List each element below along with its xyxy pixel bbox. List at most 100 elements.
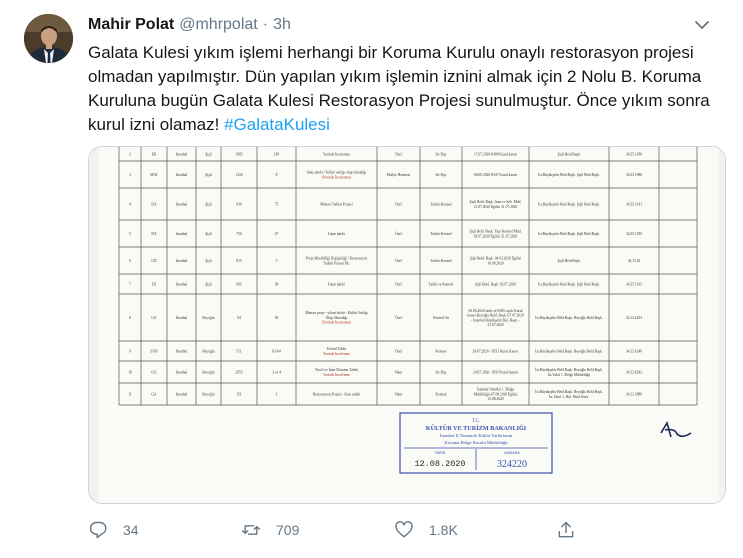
stamp-number-label: NUMARA [504, 451, 520, 455]
table-cell-no: 9 [129, 349, 131, 353]
table-cell-parsel: 75 [275, 202, 279, 206]
tweet-time[interactable]: 3h [273, 16, 291, 34]
table-cell-num: 34.13.43 [628, 259, 641, 263]
table-cell-num: 34.13.5889 [626, 392, 642, 396]
table-cell-il: İstanbul [176, 348, 188, 353]
table-cell-kurum: Şişli Beld.Başk. [557, 152, 580, 156]
table-cell-ilce: Şişli [205, 259, 211, 263]
table-cell-note: (Yerinde İncelenme) [322, 174, 352, 179]
table-cell-parsel: 8 [276, 173, 278, 177]
table-cell-karar: Şişli Beld. Başk. 03.07.2020 [475, 282, 516, 286]
table-cell-parsel: 63-64 [272, 349, 281, 353]
separator-dot: · [262, 16, 269, 33]
table-cell-ada: 1324 [235, 173, 242, 177]
table-cell-ada: 511 [236, 349, 241, 353]
table-cell-code: GA [151, 316, 157, 320]
table-cell-desc: İskan talebi [328, 281, 345, 286]
table-cell-il: İstanbul [176, 281, 188, 286]
table-cell-mulk: Vakıf [395, 370, 404, 374]
table-cell-tescil: Sit Dışı [436, 370, 447, 374]
table-cell-ada: 94 [237, 316, 241, 320]
tweet-actions: 34 709 1.8K [88, 514, 608, 546]
table-cell-kurum: Şişli Beld.Başk. [557, 259, 580, 263]
like-button[interactable]: 1.8K [394, 514, 458, 546]
table-cell-il: İstanbul [176, 172, 188, 177]
table-cell-code: EK [152, 152, 157, 156]
table-cell-ilce: Şişli [205, 173, 211, 177]
tweet-text: Galata Kulesi yıkım işlemi herhangi bir … [88, 41, 718, 137]
table-cell-tescil: Tarihi+Kentsel [430, 259, 452, 263]
avatar-image [24, 14, 73, 63]
table-cell-desc: Yerinde İncelenme [323, 151, 350, 156]
table-cell-tescil: Kentsel Sit [433, 316, 449, 320]
table-cell-ada: 936 [236, 202, 242, 206]
table-cell-karar: 17.07.2020-8498 Kurul kararı [474, 152, 517, 156]
reply-button[interactable]: 34 [88, 514, 139, 546]
table-cell-no: 2 [129, 152, 131, 156]
table-cell-ilce: Beyoğlu [202, 392, 214, 396]
stamp-date-label: TARİH [435, 450, 446, 455]
table-cell-num: 34.35.1980 [626, 173, 642, 177]
table-cell-karar: 24.07.2020 - 8519 Kurul kararı [473, 370, 518, 374]
table-cell-kurum: İst.Büyükşehir Beld.Başk. Şişli Beld.Baş… [538, 172, 600, 177]
stamp-number: 324220 [497, 459, 527, 470]
author-name[interactable]: Mahir Polat [88, 16, 174, 34]
table-cell-parsel: 5 [276, 259, 278, 263]
table-cell-note: Yerinde İncelenme [323, 372, 350, 377]
stamp-text-line3: İstanbul II Numaralı Kültür Varlıklarını [440, 433, 513, 438]
table-cell-parsel: 82 [275, 316, 279, 320]
table-cell-ada: 665 [236, 282, 242, 286]
table-cell-kurum: İst.Büyükşehir Beld.Başk. Beyoğlu Beld.B… [535, 348, 603, 353]
table-cell-il: İstanbul [176, 391, 188, 396]
table-cell-note: (Yerinde İncelenme) [322, 320, 352, 325]
table-cell-mulk: Vakıf [395, 392, 404, 396]
table-cell-ada: 151 [236, 392, 242, 396]
table-cell-il: İstanbul [176, 258, 188, 263]
hashtag-link[interactable]: #GalataKulesi [224, 115, 330, 134]
table-cell-ilce: Beyoğlu [202, 349, 214, 353]
table-cell-tescil: Tarihi+Kentsel [430, 202, 452, 206]
retweet-button[interactable]: 709 [241, 514, 299, 546]
table-cell-parsel: 1 [276, 392, 278, 396]
table-cell-il: İstanbul [176, 231, 188, 236]
table-cell-num: 34.13.6233 [626, 316, 642, 320]
table-cell-ilce: Beyoğlu [202, 370, 214, 374]
table-cell-num: 34.35.1450 [626, 152, 642, 156]
table-cell-mulk: Maliye Hazinesi [387, 173, 411, 177]
tweet-media-image[interactable]: 2 EK İstanbul Şişli 1905 218 Yerinde İncelenme… [88, 146, 726, 504]
table-cell-il: İstanbul [176, 315, 188, 320]
retweet-count: 709 [276, 522, 300, 538]
table-cell-karar: Şişli Beld. Başk. Yapı Kontrol Müd. 02.07… [469, 230, 521, 239]
stamp-text-line4: Koruma Bölge Kurulu Müdürlüğü [444, 440, 508, 445]
table-cell-ada: 756 [236, 232, 242, 236]
share-button[interactable] [556, 514, 576, 546]
table-cell-ilce: Beyoğlu [202, 316, 214, 320]
table-cell-code: GD [151, 259, 157, 263]
chevron-down-icon[interactable] [693, 16, 711, 34]
table-cell-tescil: Tarihi+Kentsel [430, 232, 452, 236]
table-cell-desc: Tevhid Talebi [327, 347, 347, 351]
table-cell-no: 10 [128, 370, 132, 374]
table-cell-desc: Satış talebi / Kültür varlığı olup olmad… [307, 171, 366, 175]
table-cell-kurum: İst.Büyükşehir Beld.Başk. Beyoğlu Beld.B… [535, 315, 603, 320]
table-cell-ada: 2953 [235, 370, 242, 374]
tweet-header: Mahir Polat @mhrpolat · 3h [88, 14, 723, 36]
table-cell-karar: 06.08.2020-8547 Kurul kararı [474, 173, 517, 177]
table-cell-parsel: 47 [275, 232, 279, 236]
reply-count: 34 [123, 522, 139, 538]
table-cell-no: 3 [129, 173, 131, 177]
table-cell-mulk: Özel [395, 151, 402, 156]
table-cell-code: DA [151, 202, 157, 206]
stamp-date: 12.08.2020 [414, 459, 465, 469]
table-cell-no: 8 [129, 316, 131, 320]
stamp-text-line2: KÜLTÜR VE TURİZM BAKANLIĞI [426, 424, 527, 432]
author-handle[interactable]: @mhrpolat [179, 16, 258, 34]
table-cell-il: İstanbul [176, 369, 188, 374]
tweet-text-body: Galata Kulesi yıkım işlemi herhangi bir … [88, 43, 710, 134]
table-cell-ilce: Şişli [205, 202, 211, 206]
like-count: 1.8K [429, 522, 458, 538]
table-cell-code: OG [151, 370, 157, 374]
table-cell-ilce: Şişli [205, 232, 211, 236]
table-cell-parsel: 3 ve 4 [272, 370, 281, 374]
avatar[interactable] [24, 14, 73, 63]
